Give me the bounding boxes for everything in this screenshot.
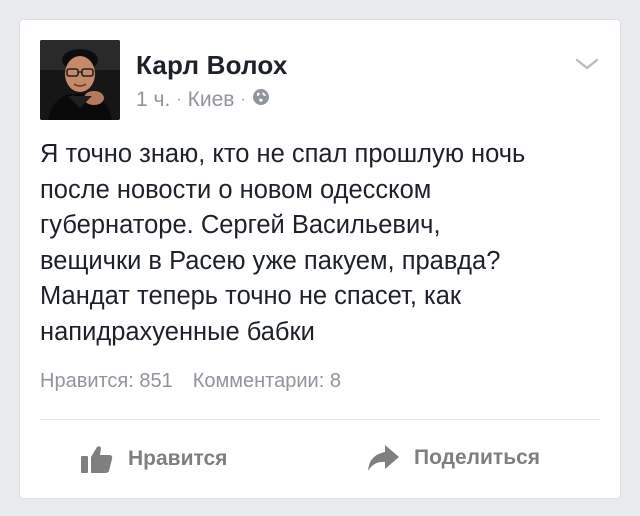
post-meta: 1 ч. · Киев · <box>136 88 270 112</box>
globe-icon[interactable] <box>252 88 270 112</box>
post-location[interactable]: Киев <box>188 88 235 112</box>
share-button[interactable]: Поделиться <box>366 444 540 472</box>
post-text-line: Мандат теперь точно не спасет, как <box>40 282 462 310</box>
avatar[interactable] <box>40 40 120 120</box>
thumbs-up-icon <box>80 444 114 474</box>
action-bar: Нравится Поделиться <box>20 420 620 498</box>
meta-separator: · <box>240 91 246 108</box>
likes-count[interactable]: Нравится: 851 <box>40 370 173 393</box>
avatar-photo <box>40 40 120 120</box>
post-time[interactable]: 1 ч. <box>136 88 170 112</box>
post-stats: Нравится: 851 Комментарии: 8 <box>40 370 341 393</box>
post-text-line: вещички в Расею уже пакуем, правда? <box>40 246 501 275</box>
share-arrow-icon <box>366 444 400 472</box>
share-label: Поделиться <box>414 446 541 469</box>
post-text-line: после новости о новом одесском <box>40 175 432 204</box>
author-name[interactable]: Карл Волох <box>136 50 288 81</box>
post-text-line: Я точно знаю, кто не спал прошлую ночь <box>40 140 526 168</box>
chevron-down-icon[interactable] <box>572 54 602 74</box>
post-text-line: губернаторе. Сергей Васильевич, <box>40 211 441 239</box>
meta-separator: · <box>176 91 182 108</box>
like-label: Нравится <box>128 447 228 470</box>
post-card: Карл Волох 1 ч. · Киев · Я точно знаю, к… <box>20 20 620 498</box>
post-text: Я точно знаю, кто не спал прошлую ночь п… <box>40 137 600 350</box>
like-button[interactable]: Нравится <box>80 444 227 474</box>
post-text-line: напидрахуенные бабки <box>40 317 315 346</box>
comments-count[interactable]: Комментарии: 8 <box>193 370 341 393</box>
